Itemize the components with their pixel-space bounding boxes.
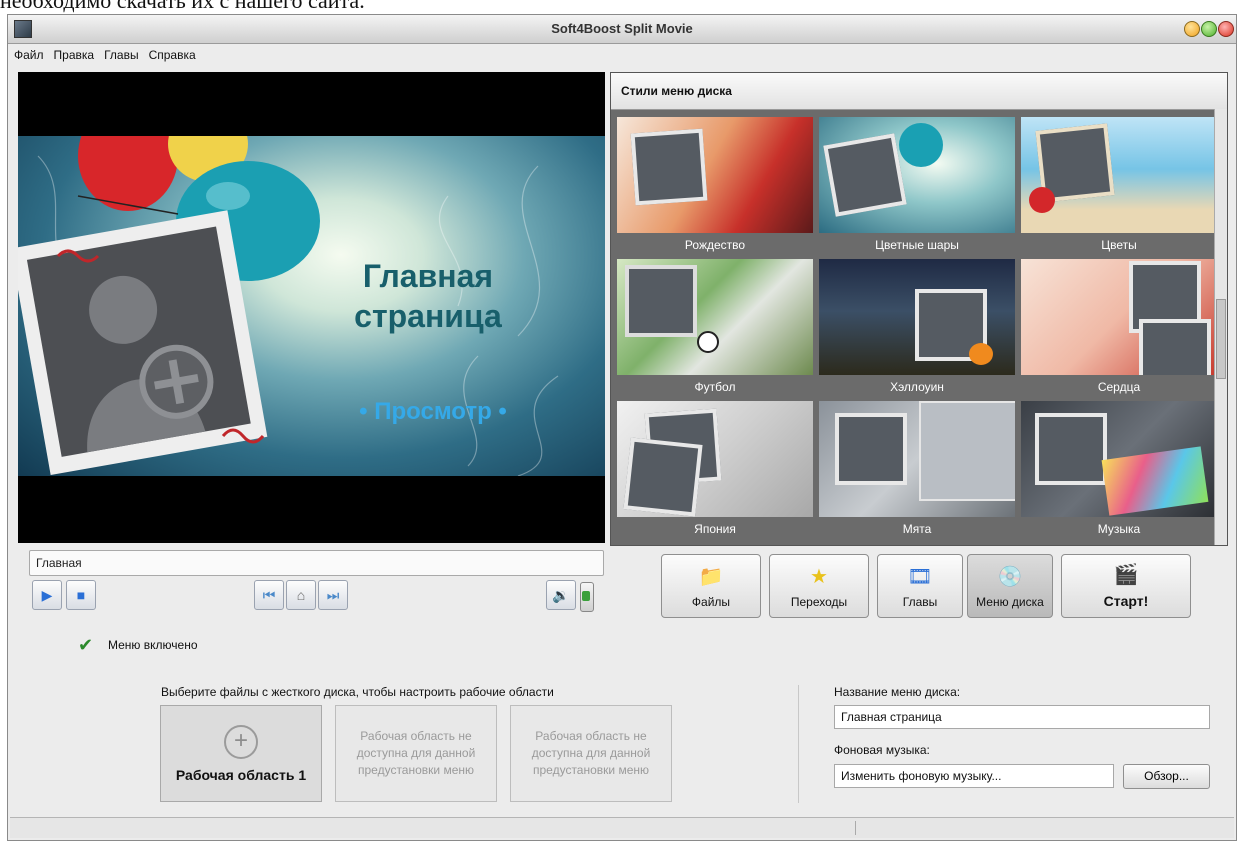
style-label: Цветы [1101,238,1137,252]
menu-bar: Файл Правка Главы Справка [8,44,1236,66]
menu-help[interactable]: Справка [149,48,196,62]
preview-subtitle: • Просмотр • [359,398,507,425]
workspace-2-label: Рабочая область не доступна для данной п… [356,729,476,777]
style-item-music[interactable]: Музыка [1021,401,1217,539]
tab-disc-menu-label: Меню диска [976,595,1044,609]
skip-back-icon: ⏮ [262,586,276,603]
home-icon: ⌂ [296,587,306,603]
window-title: Soft4Boost Split Movie [551,21,693,36]
style-item-colored-balloons[interactable]: Цветные шары [819,117,1015,255]
folder-icon: 📁 [698,566,724,588]
background-music-input[interactable]: Изменить фоновую музыку... [834,764,1114,788]
styles-grid: Рождество Цветные шары Цветы Футбол Хэлл… [617,117,1217,539]
document-top-text: необходимо скачать их с нашего сайта. [0,0,365,13]
playback-controls: ▶ ■ ⏮ ⌂ ⏭ 🔉 [28,580,608,614]
volume-slider-thumb[interactable] [582,591,590,601]
start-button[interactable]: 🎬 Старт! [1061,554,1191,618]
style-label: Япония [694,522,736,536]
workspace-2-disabled: Рабочая область не доступна для данной п… [335,705,497,802]
preview-title-line1: Главная [362,258,494,294]
play-icon: ▶ [41,586,53,603]
style-item-christmas[interactable]: Рождество [617,117,813,255]
styles-scrollbar-thumb[interactable] [1216,299,1226,379]
style-item-flowers[interactable]: Цветы [1021,117,1217,255]
style-item-mint[interactable]: Мята [819,401,1015,539]
tab-transitions-label: Переходы [790,595,848,609]
tab-files[interactable]: 📁 Файлы [661,554,761,618]
close-icon[interactable] [1218,21,1234,37]
minimize-icon[interactable] [1184,21,1200,37]
tab-transitions[interactable]: ★ Переходы [769,554,869,618]
home-button[interactable]: ⌂ [286,580,316,610]
workspace-3-label: Рабочая область не доступна для данной п… [531,729,651,777]
skip-forward-icon: ⏭ [326,586,340,603]
stop-button[interactable]: ■ [66,580,96,610]
menu-file[interactable]: Файл [14,48,44,62]
style-item-hearts[interactable]: Сердца [1021,259,1217,397]
checkmark-icon: ✔ [78,635,94,655]
next-chapter-button[interactable]: ⏭ [318,580,348,610]
title-bar: Soft4Boost Split Movie [8,15,1236,44]
workspace-1-label: Рабочая область 1 [175,766,307,783]
menu-enabled-label: Меню включено [108,638,198,652]
speaker-icon: 🔉 [552,586,570,603]
menu-edit[interactable]: Правка [54,48,95,62]
style-label: Цветные шары [875,238,959,252]
menu-chapters[interactable]: Главы [104,48,139,62]
maximize-icon[interactable] [1201,21,1217,37]
style-label: Рождество [684,238,746,252]
style-label: Музыка [1097,522,1141,536]
status-separator [855,821,856,835]
breadcrumb-item[interactable]: Главная [36,556,82,570]
style-label: Сердца [1097,380,1141,394]
star-icon: ★ [810,566,828,588]
style-label: Мята [902,522,932,536]
style-item-halloween[interactable]: Хэллоуин [819,259,1015,397]
workspaces-hint: Выберите файлы с жесткого диска, чтобы н… [161,685,554,699]
mode-tabs: 📁 Файлы ★ Переходы 🎞 Главы 💿 Меню диска … [661,554,1201,624]
browse-button[interactable]: Обзор... [1123,764,1210,789]
tab-disc-menu[interactable]: 💿 Меню диска [967,554,1053,618]
film-start-icon: 🎬 [1113,564,1139,586]
volume-button[interactable]: 🔉 [546,580,576,610]
film-icon: 🎞 [907,566,933,588]
volume-slider[interactable] [580,582,594,612]
play-button[interactable]: ▶ [32,580,62,610]
tab-chapters-label: Главы [902,595,938,609]
style-label: Хэллоуин [890,380,944,394]
style-item-japan[interactable]: Япония [617,401,813,539]
style-item-football[interactable]: Футбол [617,259,813,397]
menu-enabled-checkbox[interactable]: ✔ Меню включено [78,635,198,655]
stop-icon: ■ [76,587,86,603]
background-music-label: Фоновая музыка: [834,743,930,757]
styles-panel-heading: Стили меню диска [611,73,1227,110]
start-button-label: Старт! [1103,593,1149,609]
tab-files-label: Файлы [691,595,731,609]
workspace-3-disabled: Рабочая область не доступна для данной п… [510,705,672,802]
preview-image: Главная страница • Просмотр • [18,136,605,476]
video-preview: Главная страница • Просмотр • [18,72,605,543]
workspace-1-button[interactable]: + Рабочая область 1 [160,705,322,802]
status-bar [10,817,1234,838]
tab-chapters[interactable]: 🎞 Главы [877,554,963,618]
disc-menu-styles-panel: Стили меню диска Рождество Цветные шары [610,72,1228,546]
prev-chapter-button[interactable]: ⏮ [254,580,284,610]
app-window: Soft4Boost Split Movie Файл Правка Главы… [7,14,1237,841]
disc-menu-name-input[interactable]: Главная страница [834,705,1210,729]
preview-title: Главная страница [328,256,528,336]
styles-scrollbar[interactable] [1214,109,1227,545]
divider [798,685,799,803]
style-label: Футбол [694,380,736,394]
preview-title-line2: страница [354,298,502,334]
breadcrumb: Главная [29,550,604,576]
add-icon: + [224,724,258,759]
disc-menu-icon: 💿 [997,566,1023,588]
disc-menu-name-label: Название меню диска: [834,685,961,699]
